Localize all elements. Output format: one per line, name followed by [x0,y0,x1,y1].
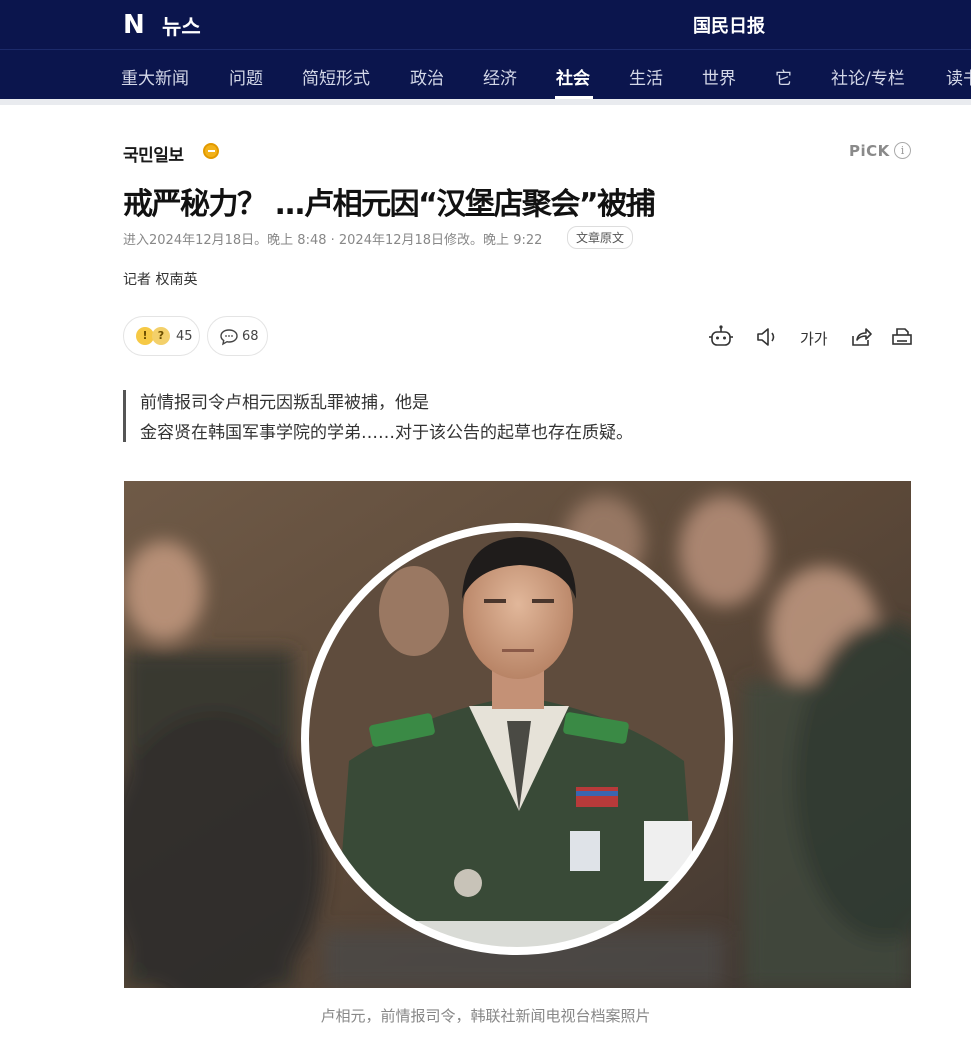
article-area: 국민일보 PiCK i 戒严秘力？ ...卢相元因“汉堡店聚会”被捕 进入202… [0,105,971,1055]
nav-item-economy[interactable]: 经济 [483,64,517,89]
summary-quote-bar [123,390,126,442]
news-logo[interactable]: 뉴스 [162,11,201,41]
top-header: N 뉴스 国民日报 [0,0,971,49]
emoji-thinking-icon: ? [152,327,170,345]
press-name-link[interactable]: 国民日报 [693,12,765,38]
print-icon [892,328,912,345]
info-icon[interactable]: i [894,142,911,159]
summary-bot-button[interactable] [707,323,735,351]
article-photo[interactable] [124,481,911,988]
robot-icon [709,325,733,346]
nav-item-it[interactable]: 它 [775,64,792,89]
article-dateline: 进入2024年12月18日。晚上 8:48 · 2024年12月18日修改。晚上… [123,233,543,248]
photo-caption: 卢相元，前情报司令，韩联社新闻电视台档案照片 [320,1007,651,1025]
listen-button[interactable] [753,323,781,351]
nav-item-politics[interactable]: 政治 [410,64,444,89]
nav-item-opinion[interactable]: 社论/专栏 [831,64,905,89]
original-article-link[interactable]: 文章原文 [567,226,634,249]
naver-logo[interactable]: N [123,10,145,40]
nav-item-society[interactable]: 社会 [556,64,590,89]
comment-button[interactable]: 68 [207,316,268,356]
reaction-button[interactable]: ! ? 45 [123,316,200,356]
font-size-button[interactable]: 가가 [800,323,828,351]
comment-count: 68 [242,329,259,344]
nav-item-life[interactable]: 生活 [629,64,663,89]
share-icon [852,328,872,346]
nav-item-issues[interactable]: 问题 [229,64,263,89]
press-logo-badge-icon [203,143,219,159]
print-button[interactable] [888,323,916,351]
nav-item-top-news[interactable]: 重大新闻 [121,64,189,89]
comment-icon [220,329,238,346]
share-button[interactable] [847,323,875,351]
photo-image [124,481,911,988]
summary-line-2: 金容贤在韩国军事学院的学弟……对于该公告的起草也存在质疑。 [140,423,633,443]
reaction-count: 45 [176,329,193,344]
nav-item-world[interactable]: 世界 [702,64,736,89]
font-size-label: 가가 [800,330,828,348]
nav-item-books[interactable]: 读书 [946,64,971,89]
nav-item-shortform[interactable]: 简短形式 [302,64,370,89]
summary-line-1: 前情报司令卢相元因叛乱罪被捕，他是 [140,393,429,413]
press-logo[interactable]: 국민일보 [123,141,184,166]
pick-badge: PiCK [849,142,890,160]
category-nav: 重大新闻 问题 简短形式 政治 经济 社会 生活 世界 它 社论/专栏 读书 [0,49,971,99]
article-headline: 戒严秘力？ ...卢相元因“汉堡店聚会”被捕 [123,187,656,222]
speaker-icon [757,328,775,346]
reporter-byline[interactable]: 记者 权南英 [123,269,197,289]
